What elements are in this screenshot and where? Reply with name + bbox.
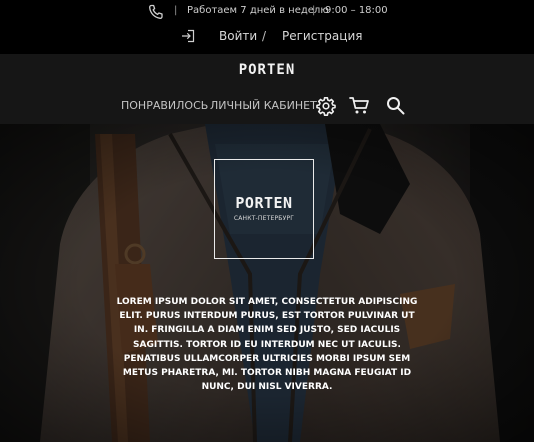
nav-account-link[interactable]: ЛИЧНЫЙ КАБИНЕТ (210, 99, 317, 112)
hero-logo-badge: PORTEN САНКТ-ПЕТЕРБУРГ (214, 159, 314, 259)
login-register-divider: / (262, 29, 267, 43)
brand-logo[interactable]: PORTEN (0, 62, 534, 78)
cart-icon[interactable] (349, 96, 370, 115)
hero-banner: PORTEN САНКТ-ПЕТЕРБУРГ LOREM IPSUM DOLOR… (0, 124, 534, 442)
top-bar: | Работаем 7 дней в неделю | 9:00 – 18:0… (0, 0, 534, 54)
nav-liked-link[interactable]: ПОНРАВИЛОСЬ (121, 99, 208, 112)
hero-description: LOREM IPSUM DOLOR SIT AMET, CONSECTETUR … (116, 297, 418, 393)
work-days-text: Работаем 7 дней в неделю (187, 5, 329, 16)
work-hours-text: 9:00 – 18:00 (325, 5, 388, 16)
login-link[interactable]: Войти (219, 29, 257, 43)
login-icon[interactable] (181, 29, 195, 43)
main-nav: PORTEN ПОНРАВИЛОСЬ ЛИЧНЫЙ КАБИНЕТ (0, 54, 534, 124)
register-link[interactable]: Регистрация (282, 29, 362, 43)
separator: | (312, 5, 316, 16)
hero-logo-name: PORTEN (235, 194, 293, 212)
gear-icon[interactable] (316, 96, 336, 116)
hero-logo-city: САНКТ-ПЕТЕРБУРГ (233, 215, 295, 222)
phone-icon[interactable] (148, 4, 164, 20)
separator: | (174, 5, 178, 16)
search-icon[interactable] (386, 96, 405, 115)
